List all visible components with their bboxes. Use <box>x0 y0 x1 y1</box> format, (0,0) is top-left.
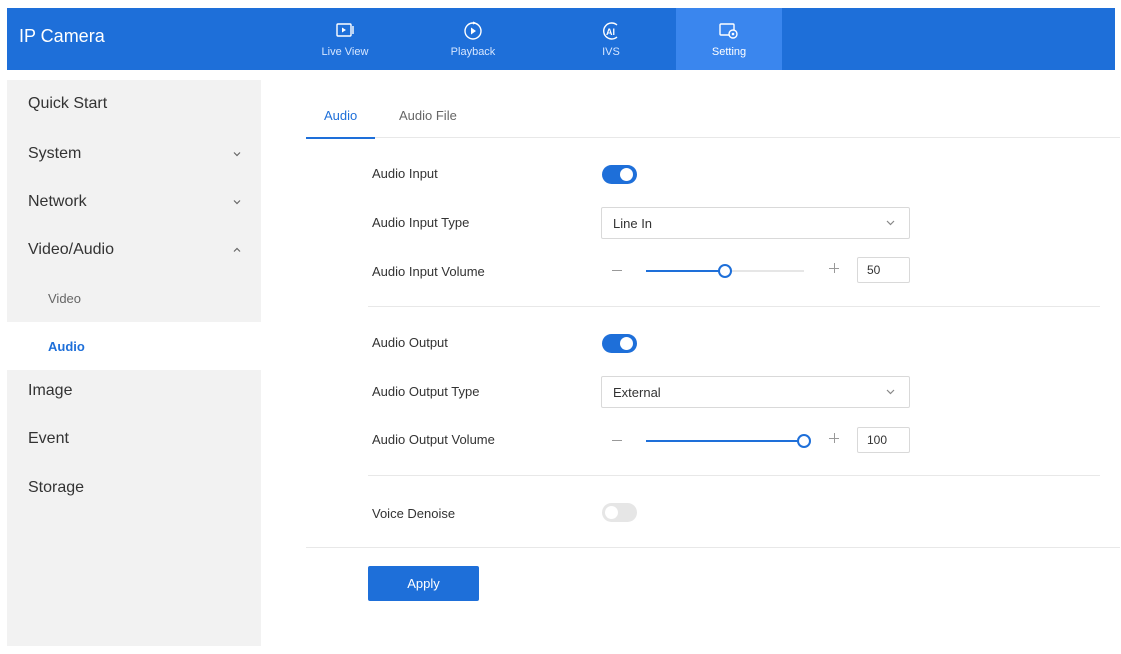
nav-live-view-label: Live View <box>321 46 369 58</box>
nav-live-view[interactable]: Live View <box>303 8 387 70</box>
sidebar-item-system[interactable]: System <box>7 130 261 178</box>
sidebar-item-label: System <box>28 145 82 162</box>
audio-output-volume-label: Audio Output Volume <box>372 432 495 447</box>
audio-output-type-select[interactable]: External <box>601 376 910 408</box>
increase-volume-button[interactable] <box>829 263 841 275</box>
tab-audio-file[interactable]: Audio File <box>399 108 457 138</box>
sidebar-item-network[interactable]: Network <box>7 178 261 226</box>
svg-text:AI: AI <box>606 27 615 37</box>
nav-setting[interactable]: Setting <box>676 8 782 70</box>
sidebar-item-quick-start[interactable]: Quick Start <box>7 80 261 128</box>
decrease-volume-button[interactable] <box>612 270 622 271</box>
sidebar-subitem-label: Audio <box>48 338 85 354</box>
audio-output-volume-input[interactable]: 100 <box>857 427 910 453</box>
tab-bar: Audio Audio File <box>305 98 1120 139</box>
audio-input-volume-label: Audio Input Volume <box>372 264 485 279</box>
audio-input-label: Audio Input <box>372 166 438 181</box>
audio-output-type-label: Audio Output Type <box>372 384 480 399</box>
sidebar-item-label: Quick Start <box>28 95 108 112</box>
nav-ivs[interactable]: AI IVS <box>569 8 653 70</box>
sidebar-item-image[interactable]: Image <box>7 367 261 415</box>
slider-thumb[interactable] <box>797 434 811 448</box>
chevron-up-icon <box>232 245 242 255</box>
chevron-down-icon <box>232 149 242 159</box>
setting-icon <box>718 20 740 42</box>
voice-denoise-label: Voice Denoise <box>372 506 456 521</box>
sidebar-subitem-video[interactable]: Video <box>7 274 261 322</box>
audio-output-volume-control: 100 <box>601 427 911 455</box>
chevron-down-icon <box>232 197 242 207</box>
section-divider <box>368 306 1100 307</box>
nav-setting-label: Setting <box>711 46 747 58</box>
chevron-down-icon <box>886 220 895 226</box>
sidebar-subitem-label: Video <box>48 290 82 306</box>
audio-output-volume-slider[interactable] <box>646 434 811 448</box>
voice-denoise-toggle[interactable] <box>602 503 637 522</box>
slider-fill <box>646 270 725 272</box>
audio-output-toggle[interactable] <box>602 334 637 353</box>
toggle-knob <box>605 506 618 519</box>
apply-button[interactable]: Apply <box>368 566 479 601</box>
audio-input-volume-input[interactable]: 50 <box>857 257 910 283</box>
sidebar-item-label: Image <box>28 382 73 399</box>
sidebar-item-label: Video/Audio <box>28 241 114 258</box>
top-nav-bar: IP Camera Live View Playback AI IVS Sett… <box>7 8 1115 70</box>
decrease-volume-button[interactable] <box>612 440 622 441</box>
audio-input-toggle[interactable] <box>602 165 637 184</box>
nav-ivs-label: IVS <box>602 46 620 58</box>
sidebar-item-label: Storage <box>28 479 85 496</box>
sidebar-item-storage[interactable]: Storage <box>7 464 261 512</box>
live-view-icon <box>334 20 356 42</box>
sidebar-item-label: Event <box>28 430 69 447</box>
sidebar-item-video-audio[interactable]: Video/Audio <box>7 226 261 274</box>
toggle-knob <box>620 168 633 181</box>
app-title: IP Camera <box>19 26 105 46</box>
sidebar-item-label: Network <box>28 193 87 210</box>
sidebar-item-event[interactable]: Event <box>7 415 261 463</box>
playback-icon <box>462 20 484 42</box>
ivs-ai-icon: AI <box>600 20 622 42</box>
audio-input-type-label: Audio Input Type <box>372 215 470 230</box>
slider-fill <box>646 440 804 442</box>
tab-audio[interactable]: Audio <box>305 108 376 139</box>
audio-output-type-value: External <box>613 384 661 400</box>
nav-playback[interactable]: Playback <box>431 8 515 70</box>
chevron-down-icon <box>886 389 895 395</box>
toggle-knob <box>620 337 633 350</box>
audio-input-type-select[interactable]: Line In <box>601 207 910 239</box>
nav-playback-label: Playback <box>450 46 496 58</box>
audio-input-volume-control: 50 <box>601 257 911 285</box>
audio-input-volume-slider[interactable] <box>646 264 804 278</box>
section-divider <box>368 475 1100 476</box>
sidebar-subitem-audio[interactable]: Audio <box>7 322 261 370</box>
audio-output-label: Audio Output <box>372 335 448 350</box>
footer-divider <box>306 547 1120 548</box>
audio-input-type-value: Line In <box>613 215 653 231</box>
slider-thumb[interactable] <box>718 264 732 278</box>
increase-volume-button[interactable] <box>829 433 841 445</box>
sidebar: Quick Start System Network Video/Audio V… <box>7 80 261 646</box>
